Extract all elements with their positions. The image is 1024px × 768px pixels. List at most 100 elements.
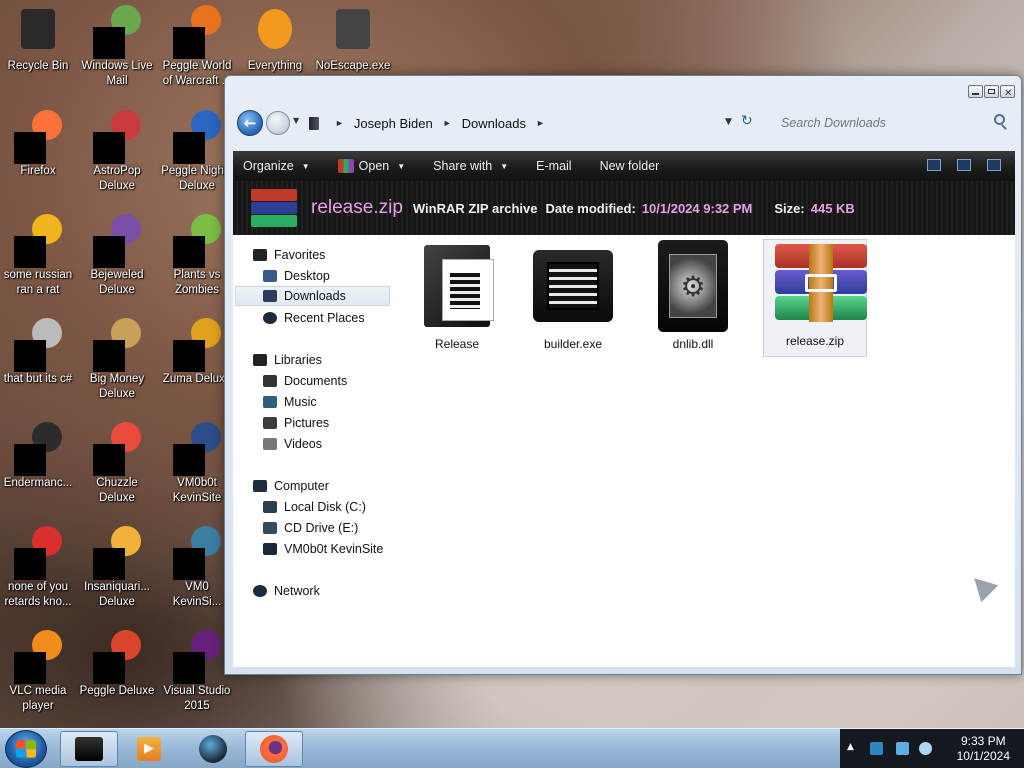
- desktop-icon-label: Endermanc...: [3, 477, 73, 489]
- maximize-button[interactable]: [984, 85, 999, 98]
- desktop-icon-item[interactable]: Endermanc...: [0, 422, 79, 522]
- desktop-icon-item[interactable]: Insaniquari... Deluxe: [76, 526, 158, 626]
- nav-recent-places-label: Recent Places: [284, 311, 365, 325]
- open-button[interactable]: Open ▼: [337, 159, 406, 173]
- taskbar-explorer[interactable]: [60, 731, 118, 767]
- computer-icon: [253, 480, 267, 492]
- redaction-box: [173, 132, 205, 164]
- desktop-icon-label: VLC media player: [9, 685, 67, 712]
- start-button[interactable]: [5, 730, 47, 768]
- desktop-icon-label: Peggle Deluxe: [79, 685, 155, 697]
- file-name: dnlib.dll: [672, 337, 714, 351]
- help-icon[interactable]: [987, 159, 1001, 171]
- nav-local-disk[interactable]: Local Disk (C:): [263, 497, 366, 517]
- file-item-builder-exe[interactable]: builder.exe: [521, 243, 625, 357]
- change-view-icon[interactable]: [927, 159, 941, 171]
- nav-favorites[interactable]: Favorites: [253, 245, 325, 265]
- nav-desktop[interactable]: Desktop: [263, 266, 330, 286]
- nav-vm-drive[interactable]: VM0b0t KevinSite: [263, 539, 383, 559]
- taskbar-firefox[interactable]: [245, 731, 303, 767]
- winrar-icon: [251, 189, 297, 227]
- nav-network[interactable]: Network: [253, 581, 320, 601]
- address-dropdown[interactable]: ▼: [725, 117, 732, 127]
- desktop-icon-item[interactable]: none of you retards kno...: [0, 526, 79, 626]
- refresh-icon[interactable]: ↻: [741, 113, 753, 129]
- desktop-icon-item[interactable]: VLC media player: [0, 630, 79, 730]
- network-status-icon[interactable]: [870, 742, 883, 755]
- desktop-icon-item[interactable]: Chuzzle Deluxe: [76, 422, 158, 522]
- organize-button[interactable]: Organize ▼: [243, 159, 310, 173]
- details-size-label: Size:: [774, 200, 805, 216]
- display-icon[interactable]: [896, 742, 909, 755]
- file-item-release-folder[interactable]: Release: [405, 243, 509, 357]
- address-bar: ← ▼ ► Joseph Biden ► Downloads ► ▼ ↻: [235, 106, 1013, 140]
- speaker-icon[interactable]: [919, 742, 932, 755]
- redaction-box: [93, 340, 125, 372]
- desktop-icon-label: Everything: [247, 60, 303, 72]
- redaction-box: [93, 27, 125, 59]
- redaction-box: [93, 236, 125, 268]
- desktop-icon-label: Big Money Deluxe: [89, 373, 145, 400]
- app-icon: [93, 214, 141, 268]
- desktop-icon-item[interactable]: Big Money Deluxe: [76, 318, 158, 418]
- desktop-icon-item[interactable]: some russian ran a rat: [0, 214, 79, 314]
- desktop-icon-item[interactable]: Firefox: [0, 110, 79, 210]
- desktop-icon-item[interactable]: Bejeweled Deluxe: [76, 214, 158, 314]
- nav-cd-drive[interactable]: CD Drive (E:): [263, 518, 358, 538]
- details-size-value: 445 KB: [810, 200, 855, 216]
- forward-button[interactable]: [266, 111, 290, 135]
- nav-downloads[interactable]: Downloads: [235, 286, 390, 306]
- nav-cd-drive-label: CD Drive (E:): [284, 521, 359, 535]
- breadcrumb-downloads[interactable]: Downloads: [462, 116, 526, 131]
- breadcrumb[interactable]: ► Joseph Biden ► Downloads ►: [309, 110, 757, 136]
- chevron-down-icon: ▼: [397, 161, 406, 171]
- explorer-icon: [75, 737, 103, 761]
- nav-videos[interactable]: Videos: [263, 434, 322, 454]
- close-button[interactable]: ✕: [1000, 85, 1015, 99]
- desktop-icon-item[interactable]: Windows Live Mail: [76, 5, 158, 105]
- search-icon[interactable]: [994, 114, 1005, 125]
- desktop-icon-label: Windows Live Mail: [81, 60, 153, 87]
- minimize-icon: [972, 93, 979, 95]
- desktop-icon-label: Visual Studio 2015: [163, 685, 231, 712]
- file-item-release-zip[interactable]: release.zip: [763, 239, 867, 357]
- redaction-box: [173, 340, 205, 372]
- email-button[interactable]: E-mail: [536, 159, 571, 173]
- network-icon: [253, 585, 267, 597]
- clock[interactable]: 9:33 PM 10/1/2024: [957, 734, 1010, 764]
- back-button[interactable]: ←: [237, 110, 263, 136]
- taskbar-browser[interactable]: [184, 731, 242, 767]
- nav-recent-places[interactable]: Recent Places: [263, 308, 365, 328]
- search-input[interactable]: [771, 110, 1013, 136]
- chevron-right-icon[interactable]: ►: [443, 118, 452, 128]
- nav-documents[interactable]: Documents: [263, 371, 347, 391]
- file-name: Release: [434, 337, 480, 351]
- music-icon: [263, 396, 277, 408]
- breadcrumb-user[interactable]: Joseph Biden: [354, 116, 433, 131]
- desktop-icon-item[interactable]: Recycle Bin: [0, 5, 79, 105]
- chevron-right-icon[interactable]: ►: [536, 118, 545, 128]
- file-item-dnlib-dll[interactable]: ⚙ dnlib.dll: [641, 240, 745, 357]
- minimize-button[interactable]: [968, 85, 983, 98]
- nav-libraries[interactable]: Libraries: [253, 350, 322, 370]
- share-with-button[interactable]: Share with ▼: [433, 159, 508, 173]
- taskbar-media-player[interactable]: ▶: [120, 731, 178, 767]
- nav-network-label: Network: [274, 584, 320, 598]
- desktop-icon-item[interactable]: Peggle Deluxe: [76, 630, 158, 730]
- desktop-icon-item[interactable]: AstroPop Deluxe: [76, 110, 158, 210]
- details-date-value: 10/1/2024 9:32 PM: [641, 200, 753, 216]
- documents-icon: [263, 375, 277, 387]
- preview-pane-icon[interactable]: [957, 159, 971, 171]
- nav-pictures[interactable]: Pictures: [263, 413, 329, 433]
- desktop-icon-item[interactable]: that but its c#: [0, 318, 79, 418]
- redaction-box: [14, 652, 46, 684]
- new-folder-button[interactable]: New folder: [600, 159, 660, 173]
- nav-music[interactable]: Music: [263, 392, 317, 412]
- media-player-icon: ▶: [137, 737, 161, 761]
- chevron-up-icon[interactable]: ▲: [847, 742, 854, 752]
- explorer-window[interactable]: ✕ ← ▼ ► Joseph Biden ► Downloads ► ▼ ↻ O…: [224, 75, 1022, 675]
- recent-pages-dropdown[interactable]: ▼: [293, 116, 299, 125]
- nav-computer[interactable]: Computer: [253, 476, 329, 496]
- hard-drive-icon: [263, 501, 277, 513]
- chevron-right-icon[interactable]: ►: [335, 118, 344, 128]
